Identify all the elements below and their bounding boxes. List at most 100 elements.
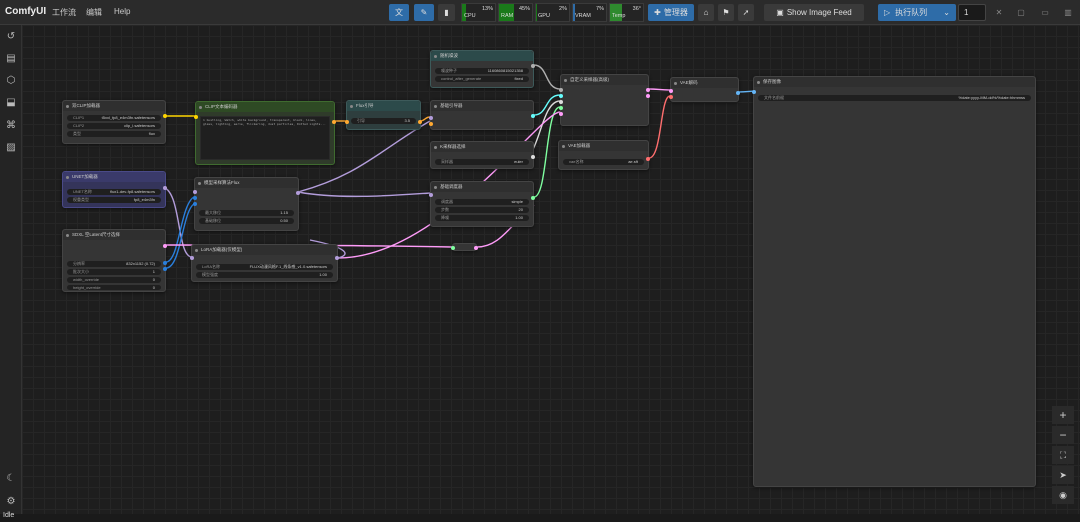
menu-workflow[interactable]: 工作流: [52, 7, 76, 18]
output-slot[interactable]: [163, 244, 167, 248]
input-slot[interactable]: [559, 88, 563, 92]
brush-alt-icon[interactable]: ⚑: [718, 4, 734, 21]
widget-control-after-generate[interactable]: control_after_generate fixed: [435, 76, 529, 82]
output-slot[interactable]: [531, 155, 535, 159]
images-icon[interactable]: ▨: [5, 142, 17, 154]
bookmark-icon[interactable]: ▮: [438, 4, 455, 21]
output-slot[interactable]: [163, 114, 167, 118]
output-slot[interactable]: [646, 157, 650, 161]
node-random-noise[interactable]: 随机噪波 噪波种子 1160860815021358 control_after_…: [430, 50, 535, 88]
settings-gear-icon[interactable]: ⚙: [5, 496, 17, 508]
history-icon[interactable]: ↺: [5, 31, 17, 43]
widget-denoise[interactable]: 降噪 1.00: [435, 215, 529, 221]
input-slot[interactable]: [429, 116, 433, 120]
node-basic-guider[interactable]: 基础引导器: [429, 100, 535, 130]
node-dual-clip-loader[interactable]: 双CLIP加载器 CLIP1 t5xxl_fp8_e4m3fn.safetenso…: [62, 100, 167, 144]
queue-button[interactable]: ▷ 执行队列 ⌄: [878, 4, 956, 21]
input-slot[interactable]: [193, 196, 197, 200]
input-slot[interactable]: [194, 115, 198, 119]
output-slot[interactable]: [335, 256, 339, 260]
menu-help[interactable]: Help: [114, 7, 130, 16]
input-slot[interactable]: [669, 95, 673, 99]
widget-clip1[interactable]: CLIP1 t5xxl_fp8_e4m3fn.safetensors: [67, 115, 161, 121]
input-slot[interactable]: [669, 89, 673, 93]
manager-button[interactable]: ✚ 管理器: [648, 4, 694, 21]
output-slot[interactable]: [163, 261, 167, 265]
node-ksampler-select[interactable]: K采样器选择 采样器 euler: [430, 141, 535, 169]
widget-steps[interactable]: 步数 20: [435, 207, 529, 213]
translate-icon[interactable]: 文: [389, 4, 409, 21]
widget-noise-seed[interactable]: 噪波种子 1160860815021358: [435, 68, 529, 74]
output-slot[interactable]: [474, 246, 478, 250]
input-slot[interactable]: [193, 202, 197, 206]
output-slot[interactable]: [646, 94, 650, 98]
output-slot[interactable]: [418, 120, 422, 124]
node-flux-guidance[interactable]: Flux引导 引导 3.5: [345, 100, 422, 130]
output-slot[interactable]: [163, 267, 167, 271]
node-save-image[interactable]: 保存图像 文件名前缀 %date:yyyy-MM-dd%/%date:hhmmss: [752, 76, 1036, 487]
zoom-in-icon[interactable]: +: [1052, 406, 1074, 424]
node-vae-loader[interactable]: VAE加载器 vae名称 ae.sft: [558, 140, 650, 170]
square-icon[interactable]: ▢: [1013, 4, 1029, 21]
node-clip-text-encode[interactable]: CLIP文本编码器 1 bustling, Watch, white backg…: [194, 101, 336, 165]
input-slot[interactable]: [345, 120, 349, 124]
widget-height-override[interactable]: height_override 0: [67, 285, 161, 290]
output-slot[interactable]: [736, 91, 740, 95]
nodes-icon[interactable]: ⌘: [5, 120, 17, 132]
theme-moon-icon[interactable]: ☾: [5, 473, 17, 485]
share-icon[interactable]: ➚: [738, 4, 754, 21]
widget-clip2[interactable]: CLIP2 clip_l.safetensors: [67, 123, 161, 129]
fit-view-icon[interactable]: ⛶: [1052, 446, 1074, 464]
widget-scheduler[interactable]: 调度器 simple: [435, 199, 529, 205]
node-vae-decode[interactable]: VAE解码: [669, 77, 740, 102]
widget-weight-dtype[interactable]: 权重类型 fp8_e4m3fn: [67, 197, 161, 203]
widget-strength-model[interactable]: 模型强度 1.00: [196, 272, 333, 278]
output-slot[interactable]: [163, 186, 167, 190]
input-slot[interactable]: [752, 90, 756, 94]
node-sdxl-latent-size[interactable]: SDXL 空Latent尺寸选择 分辨率 832x1152 (0.72) 批次大小…: [62, 229, 167, 292]
show-image-feed-button[interactable]: ▣ Show Image Feed: [764, 4, 864, 21]
widget-max-shift[interactable]: 最大移位 1.15: [199, 210, 294, 216]
widget-filename-prefix[interactable]: 文件名前缀 %date:yyyy-MM-dd%/%date:hhmmss: [758, 95, 1031, 101]
widget-base-shift[interactable]: 基础移位 0.50: [199, 218, 294, 224]
widget-resolution[interactable]: 分辨率 832x1152 (0.72): [67, 261, 161, 267]
widget-width-override[interactable]: width_override 0: [67, 277, 161, 283]
widget-guidance[interactable]: 引导 3.5: [351, 118, 416, 124]
brush-icon[interactable]: ✎: [414, 4, 434, 21]
menu-edit[interactable]: 编辑: [86, 7, 102, 18]
cube-icon[interactable]: ⬡: [5, 75, 17, 87]
widget-batch-size[interactable]: 批次大小 1: [67, 269, 161, 275]
widget-lora-name[interactable]: LoRA名称 FLUX动漫风格F.1_线条感_v1.0.safetensors: [196, 264, 333, 270]
input-slot[interactable]: [190, 256, 194, 260]
widget-sampler-name[interactable]: 采样器 euler: [435, 159, 529, 165]
output-slot[interactable]: [296, 191, 300, 195]
output-slot[interactable]: [531, 64, 535, 68]
input-slot[interactable]: [429, 122, 433, 126]
input-slot[interactable]: [193, 190, 197, 194]
input-slot[interactable]: [559, 106, 563, 110]
visibility-eye-icon[interactable]: ◉: [1052, 486, 1074, 504]
output-slot[interactable]: [531, 196, 535, 200]
batch-count-input[interactable]: 1: [958, 4, 986, 21]
layout-icon[interactable]: ▥: [1060, 4, 1076, 21]
node-unet-loader[interactable]: UNET加载器 UNET名称 flux1-dev-fp8.safetensors …: [62, 171, 167, 208]
zoom-out-icon[interactable]: −: [1052, 426, 1074, 444]
select-mode-icon[interactable]: ➤: [1052, 466, 1074, 484]
panel-icon[interactable]: ▭: [1037, 4, 1053, 21]
input-slot[interactable]: [559, 100, 563, 104]
output-slot[interactable]: [646, 88, 650, 92]
input-slot[interactable]: [429, 193, 433, 197]
input-slot[interactable]: [451, 246, 455, 250]
output-slot[interactable]: [531, 114, 535, 118]
input-slot[interactable]: [559, 94, 563, 98]
queue-icon[interactable]: ⬓: [5, 97, 17, 109]
node-basic-scheduler[interactable]: 基础调度器 调度器 simple 步数 20 降噪 1.00: [429, 181, 535, 227]
node-custom-sampler-advanced[interactable]: 自定义采样器(高级): [559, 74, 650, 126]
node-lora-loader-model-only[interactable]: LoRA加载器(仅模型) LoRA名称 FLUX动漫风格F.1_线条感_v1.0.…: [190, 244, 339, 282]
widget-clip-type[interactable]: 类型 flux: [67, 131, 161, 137]
node-model-sampling-flux[interactable]: 模型采样算法Flux 最大移位 1.15 基础移位 0.50: [193, 177, 300, 231]
close-icon[interactable]: ✕: [991, 4, 1007, 21]
chevron-down-icon[interactable]: ⌄: [943, 8, 950, 17]
library-icon[interactable]: ▤: [5, 53, 17, 65]
widget-unet-name[interactable]: UNET名称 flux1-dev-fp8.safetensors: [67, 189, 161, 195]
